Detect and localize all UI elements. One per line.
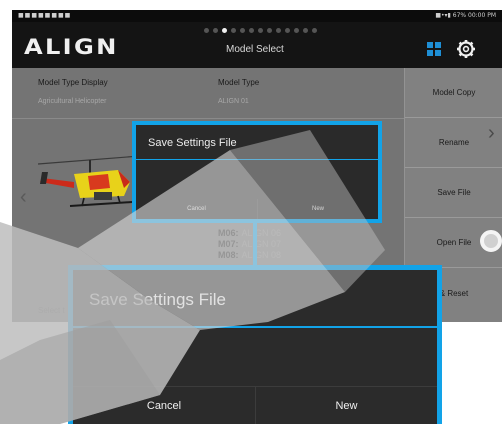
list-item[interactable]: M08: ALIGN 08 (218, 250, 281, 261)
chevron-right-icon[interactable]: › (488, 122, 495, 145)
new-button[interactable]: New (255, 386, 437, 424)
list-item[interactable]: M07: ALIGN 07 (218, 239, 281, 250)
page-dot (294, 28, 299, 33)
page-dot (240, 28, 245, 33)
model-type-label: Model Type (218, 78, 260, 87)
page-dot (231, 28, 236, 33)
save-file-button[interactable]: Save File (405, 168, 502, 218)
dialog-divider (73, 326, 437, 328)
page-dot (249, 28, 254, 33)
model-copy-button[interactable]: Model Copy (405, 68, 502, 118)
model-type-value: ALIGN 01 (218, 98, 249, 105)
chevron-left-icon[interactable]: ‹ (20, 186, 27, 209)
model-type-display-value: Agricultural Helicopter (38, 98, 107, 105)
page-dot (204, 28, 209, 33)
page-dot (285, 28, 290, 33)
page-dot (258, 28, 263, 33)
page-dot (303, 28, 308, 33)
list-item[interactable]: M06: ALIGN 06 (218, 228, 281, 239)
zoom-connector (253, 222, 257, 269)
page-dot (213, 28, 218, 33)
gear-icon[interactable] (456, 39, 476, 59)
page-dot (222, 28, 227, 33)
model-list: M06: ALIGN 06 M07: ALIGN 07 M08: ALIGN 08 (218, 228, 281, 261)
dialog-title: Save Settings File (89, 290, 227, 309)
select-hint-text: Select t (38, 306, 65, 315)
grid-icon[interactable] (427, 42, 441, 56)
cancel-button[interactable]: Cancel (73, 386, 255, 424)
model-type-display-label: Model Type Display (38, 78, 108, 87)
dialog-title: Save Settings File (148, 137, 237, 149)
page-dot (312, 28, 317, 33)
save-settings-dialog-small: Save Settings File Cancel New (132, 121, 382, 223)
app-bar: ALIGN Model Select (12, 22, 502, 68)
save-settings-dialog-zoomed: Save Settings File Cancel New (68, 265, 442, 424)
status-icons-right: ■•▾▮ 67% 00:00 PM (435, 12, 496, 19)
page-indicator (204, 28, 317, 33)
status-icons-left: ■■■■■■■■ (18, 12, 72, 19)
dialog-divider (136, 159, 378, 160)
new-button[interactable]: New (257, 199, 378, 219)
status-bar: ■■■■■■■■ ■•▾▮ 67% 00:00 PM (12, 10, 502, 22)
cancel-button[interactable]: Cancel (136, 199, 257, 219)
divider (12, 118, 404, 119)
toggle-switch[interactable] (480, 230, 502, 252)
screen-title: Model Select (226, 44, 284, 55)
page-dot (276, 28, 281, 33)
align-logo: ALIGN (24, 35, 119, 59)
page-dot (267, 28, 272, 33)
helicopter-image (37, 155, 141, 207)
